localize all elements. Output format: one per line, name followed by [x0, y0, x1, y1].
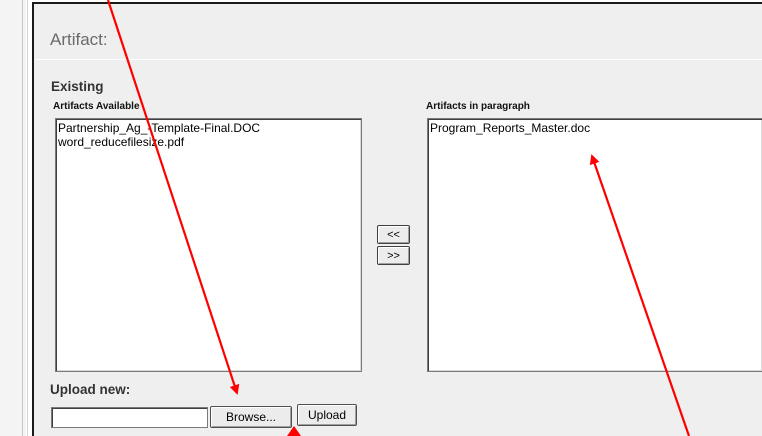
title-divider — [36, 59, 762, 60]
screenshot-canvas: Artifact: Existing Artifacts Available A… — [0, 0, 762, 436]
move-to-paragraph-button[interactable]: >> — [377, 246, 410, 265]
upload-button[interactable]: Upload — [297, 404, 357, 426]
browse-button[interactable]: Browse... — [210, 406, 292, 428]
artifacts-available-listbox[interactable]: Partnership_Ag_-Template-Final.DOC word_… — [55, 118, 362, 372]
move-to-available-button[interactable]: << — [377, 225, 410, 244]
artifacts-in-paragraph-listbox[interactable]: Program_Reports_Master.doc — [427, 118, 762, 372]
artifacts-in-paragraph-label: Artifacts in paragraph — [426, 101, 530, 112]
artifacts-available-label: Artifacts Available — [53, 101, 140, 112]
left-divider-inner — [27, 0, 28, 436]
upload-new-label: Upload new: — [50, 382, 131, 397]
list-item[interactable]: Program_Reports_Master.doc — [430, 121, 760, 135]
list-item[interactable]: word_reducefilesize.pdf — [58, 135, 359, 149]
list-item[interactable]: Partnership_Ag_-Template-Final.DOC — [58, 121, 359, 135]
section-title: Artifact: — [50, 30, 108, 49]
left-divider — [22, 0, 23, 436]
file-path-input[interactable] — [51, 407, 208, 428]
existing-heading: Existing — [51, 79, 104, 94]
